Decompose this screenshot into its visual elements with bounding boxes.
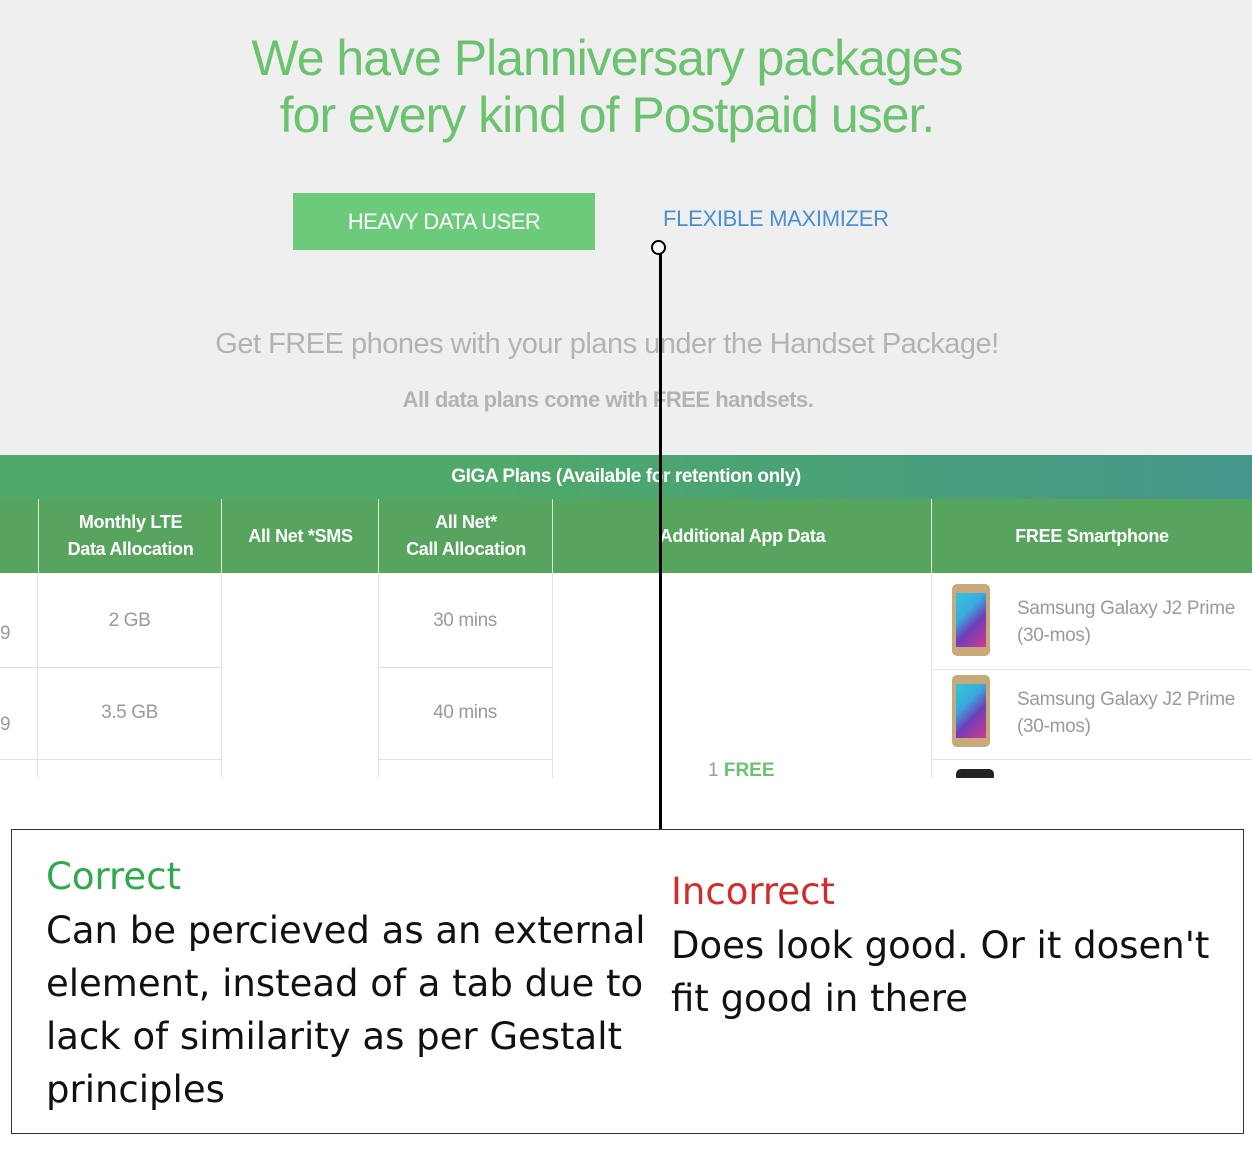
- price-cell: 9: [0, 623, 11, 644]
- callout-connector-line: [659, 249, 662, 830]
- column-divider: [37, 573, 38, 778]
- callout-anchor-dot: [651, 240, 666, 255]
- calls-cell: 40 mins: [433, 702, 497, 723]
- phone-term: (30-mos): [1017, 625, 1091, 646]
- phone-image: [956, 769, 994, 778]
- header-app-data-label: Additional App Data: [659, 525, 826, 546]
- header-sms: All Net *SMS: [221, 499, 379, 573]
- header-phone-label: FREE Smartphone: [1015, 525, 1169, 546]
- headline-line-2: for every kind of Postpaid user.: [279, 87, 935, 143]
- header-app-data: Additional App Data: [552, 499, 932, 573]
- plan-table-body: 9 2 GB 30 mins Samsung Galaxy J2 Prime (…: [0, 573, 1252, 778]
- app-data-count: 1: [708, 760, 719, 778]
- column-divider: [931, 573, 932, 778]
- row-divider: [378, 667, 552, 668]
- page-headline: We have Planniversary packages for every…: [0, 30, 1214, 144]
- header-data-line-1: Monthly LTE: [78, 512, 183, 532]
- price-cell: 9: [0, 714, 11, 735]
- header-call-allocation: All Net* Call Allocation: [378, 499, 553, 573]
- tab-flexible-maximizer[interactable]: FLEXIBLE MAXIMIZER: [663, 206, 889, 232]
- phone-name: Samsung Galaxy J2 Prime (30-mos): [1017, 686, 1235, 740]
- phone-model: Samsung Galaxy J2 Prime: [1017, 689, 1236, 710]
- incorrect-label: Incorrect: [671, 870, 835, 913]
- app-data-free: 1 FREE: [708, 760, 775, 778]
- header-call-line-1: All Net*: [435, 512, 497, 532]
- header-call-line-2: Call Allocation: [406, 539, 526, 559]
- phone-image: [952, 584, 990, 656]
- plan-table-header: Monthly LTE Data Allocation All Net *SMS …: [0, 499, 1252, 573]
- header-sms-label: All Net *SMS: [248, 525, 353, 546]
- row-divider: [378, 759, 552, 760]
- headline-line-1: We have Planniversary packages: [251, 30, 963, 86]
- data-cell: 3.5 GB: [101, 702, 158, 723]
- phone-image: [952, 675, 990, 747]
- column-divider: [552, 573, 553, 778]
- header-data-allocation: Monthly LTE Data Allocation: [38, 499, 222, 573]
- correct-label: Correct: [46, 855, 182, 898]
- tab-heavy-data-user[interactable]: HEAVY DATA USER: [293, 193, 595, 250]
- row-divider: [0, 759, 221, 760]
- row-divider: [0, 667, 221, 668]
- phone-model: Samsung Galaxy J2 Prime: [1017, 598, 1236, 619]
- correct-explanation: Can be percieved as an external element,…: [46, 909, 646, 1111]
- row-divider: [931, 759, 1252, 760]
- header-free-smartphone: FREE Smartphone: [931, 499, 1252, 573]
- phone-name: Samsung Galaxy J2 Prime (30-mos): [1017, 595, 1235, 649]
- calls-cell: 30 mins: [433, 610, 497, 631]
- plan-table-title: GIGA Plans (Available for retention only…: [0, 455, 1252, 499]
- column-divider: [221, 573, 222, 778]
- promo-subline: All data plans come with FREE handsets.: [402, 387, 814, 412]
- app-data-free-label: FREE: [723, 760, 775, 778]
- column-divider: [378, 573, 379, 778]
- row-divider: [931, 669, 1252, 670]
- data-cell: 2 GB: [108, 610, 151, 631]
- promo-headline: Get FREE phones with your plans under th…: [215, 328, 999, 360]
- incorrect-explanation: Does look good. Or it dosen't fit good i…: [671, 924, 1210, 1020]
- phone-term: (30-mos): [1017, 716, 1091, 737]
- header-data-line-2: Data Allocation: [67, 539, 194, 559]
